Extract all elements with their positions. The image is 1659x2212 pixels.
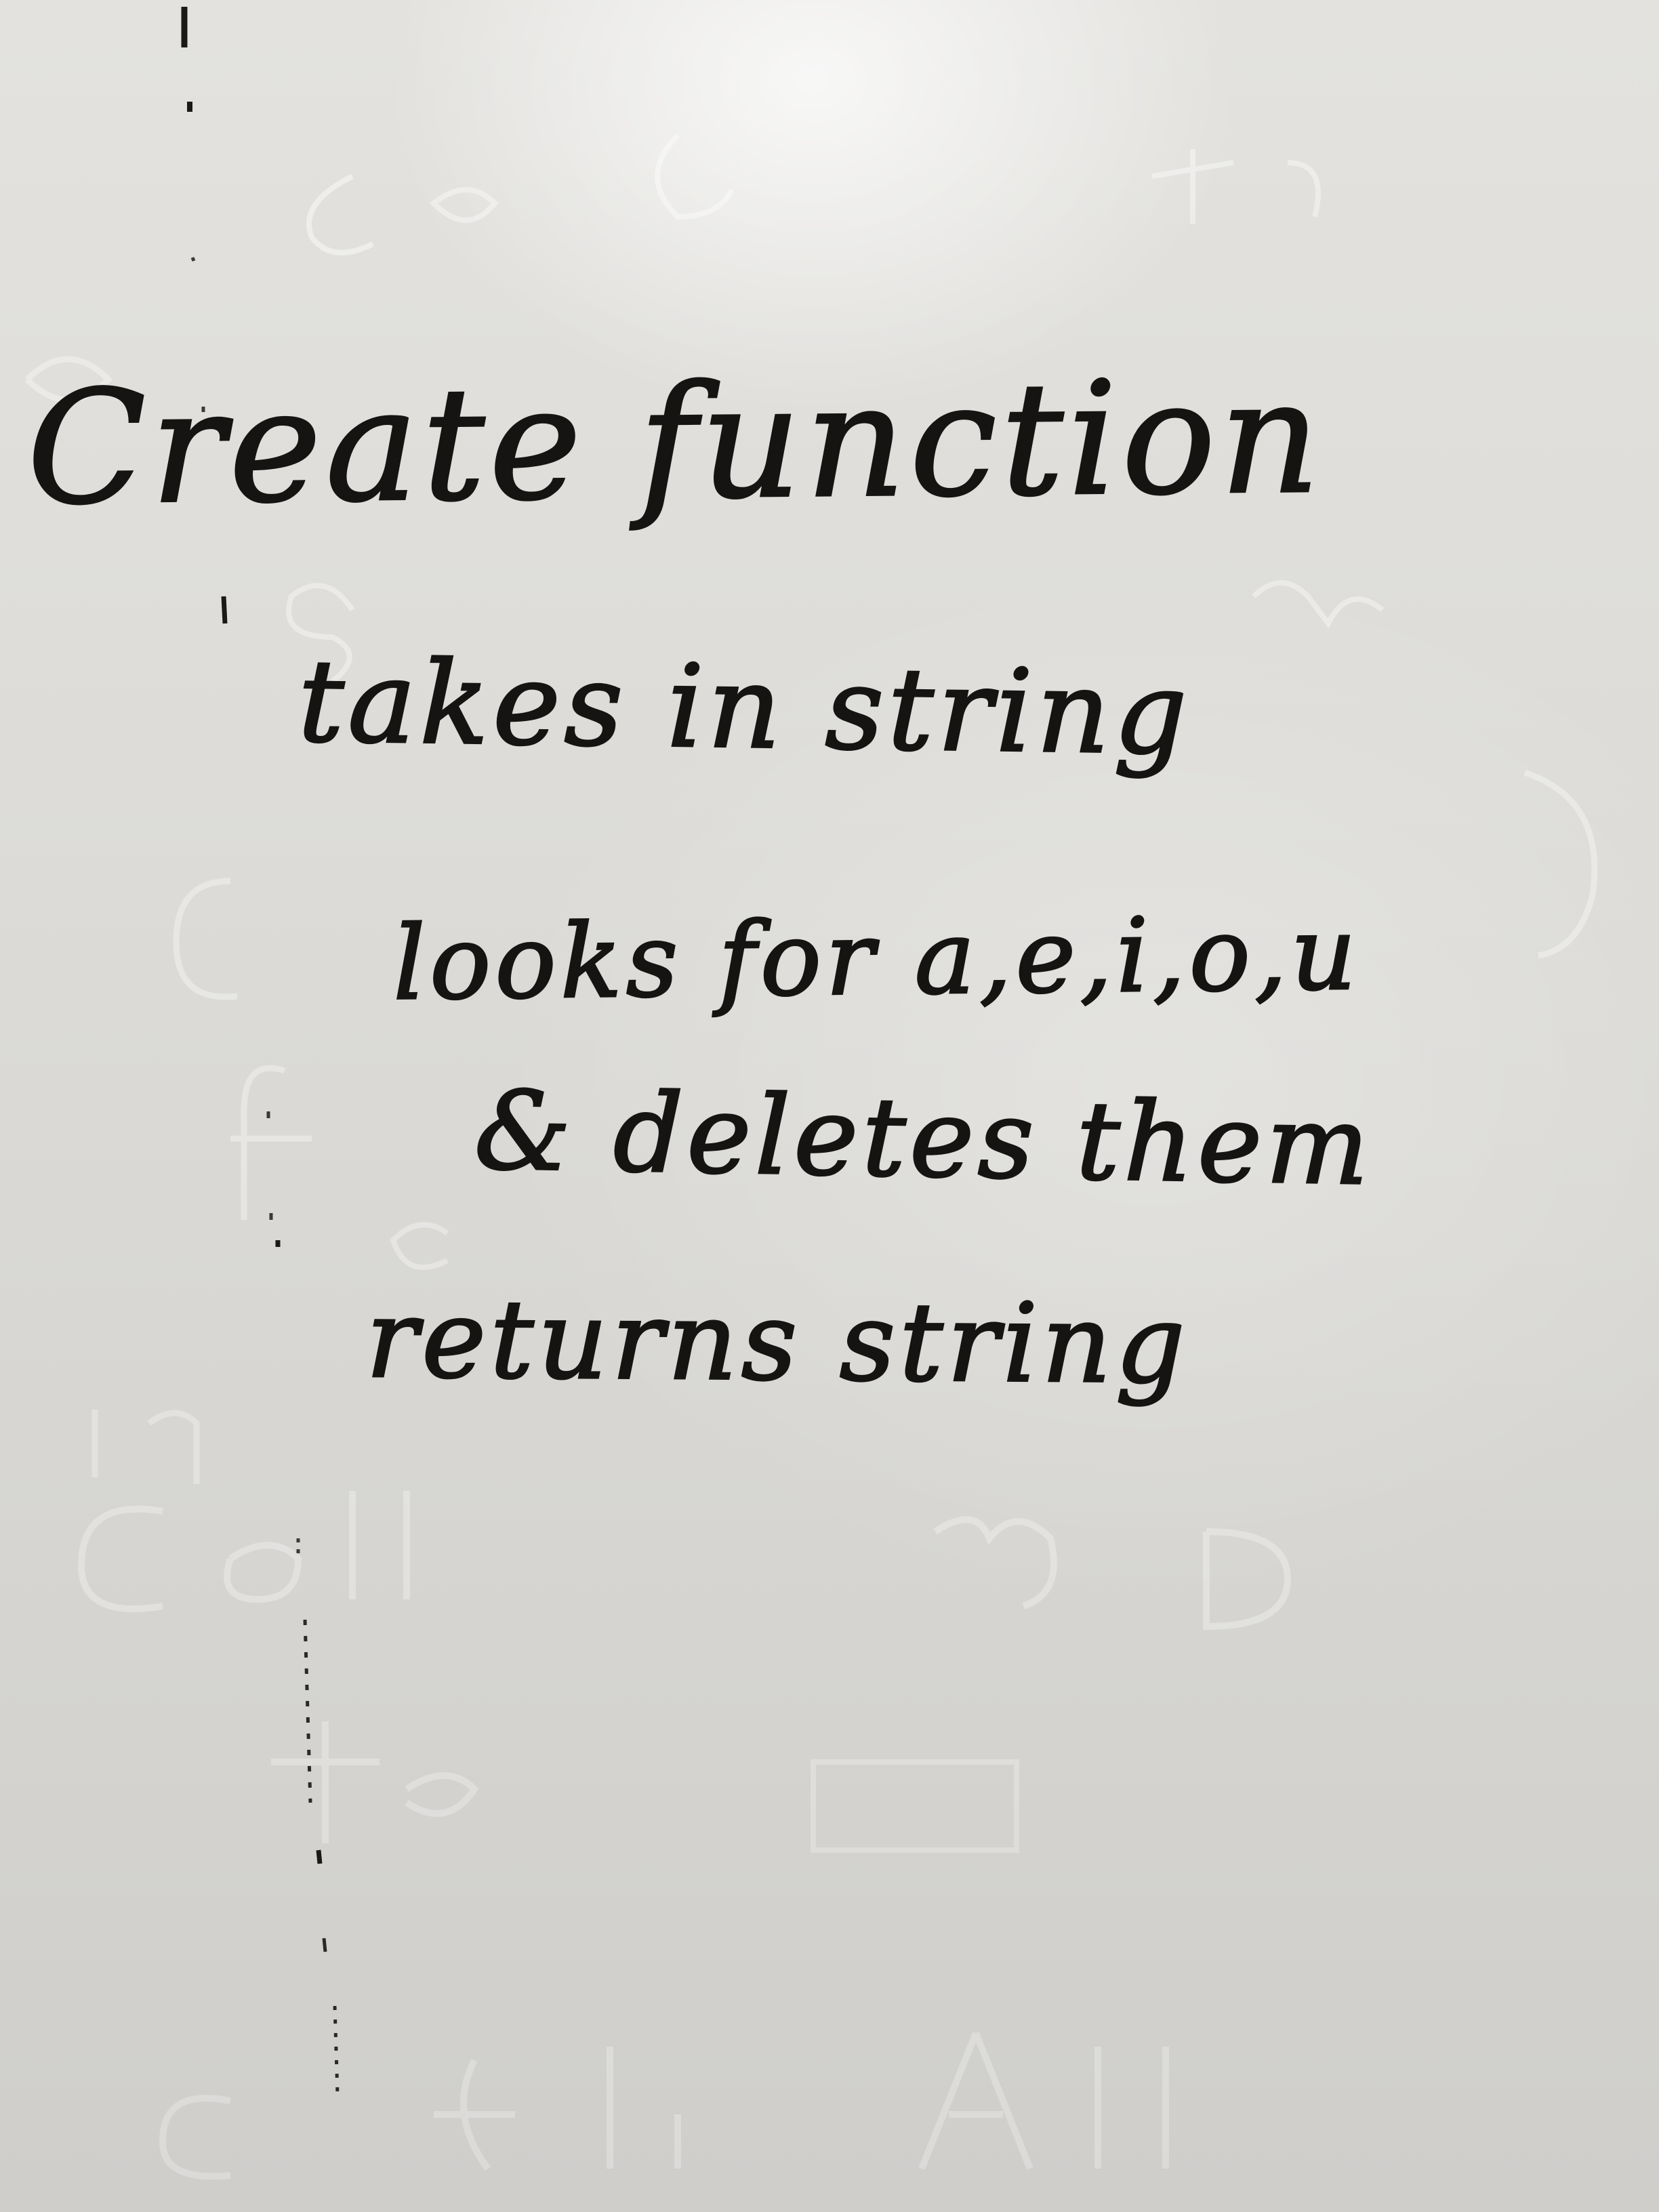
whiteboard-line-2: takes in string: [296, 634, 1193, 781]
whiteboard-line-1: Create function: [25, 346, 1326, 541]
whiteboard-line-3: looks for a,e,i,o,u: [392, 894, 1362, 1024]
whiteboard: Create function takes in string looks fo…: [0, 0, 1659, 2212]
whiteboard-line-4: & deletes them: [472, 1066, 1375, 1210]
whiteboard-line-5: returns string: [365, 1274, 1191, 1408]
